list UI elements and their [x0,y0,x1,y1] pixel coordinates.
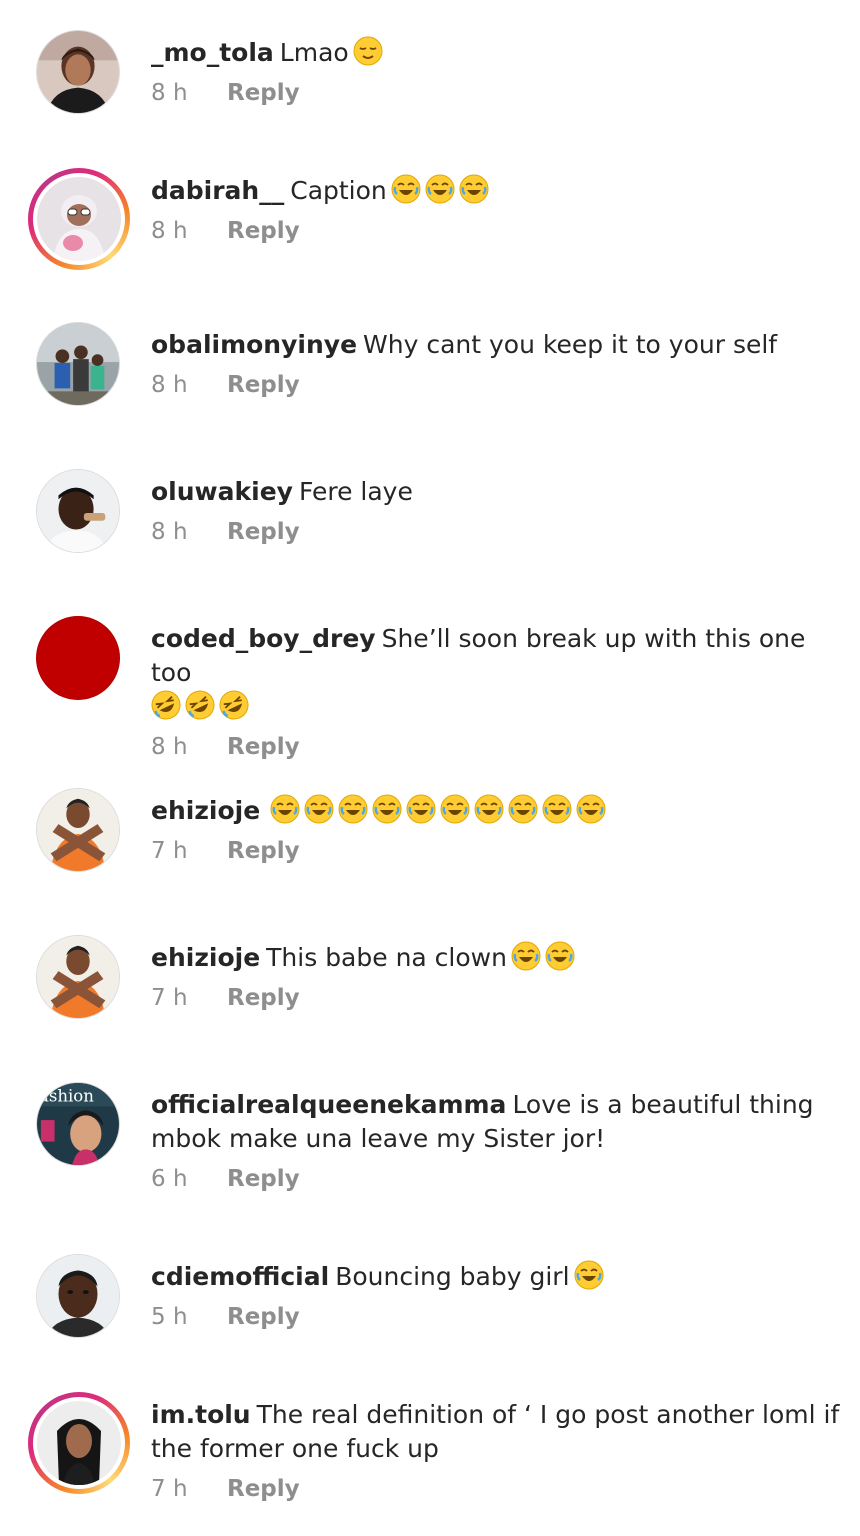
comment-text: Lmao [279,38,349,67]
comment-username[interactable]: oluwakiey [151,477,293,506]
joy-emoji-icon [338,794,368,824]
reply-button[interactable]: Reply [227,372,300,398]
comment-username[interactable]: ehizioje [151,796,260,825]
joy-emoji-icon [511,941,541,971]
avatar[interactable] [36,30,120,114]
joy-emoji-icon [576,794,606,824]
comment-username[interactable]: dabirah__ [151,176,284,205]
joy-emoji-icon [425,174,455,204]
comment-text: The real definition of ‘ I go post anoth… [151,1400,840,1463]
reply-button[interactable]: Reply [227,1476,300,1502]
comment-username[interactable]: im.tolu [151,1400,251,1429]
reply-button[interactable]: Reply [227,519,300,545]
man-portrait-icon [37,1255,119,1337]
comment-text: Caption [290,176,387,205]
baby-photo-icon [37,177,121,261]
joy-emoji-icon [372,794,402,824]
reply-button[interactable]: Reply [227,80,300,106]
rofl-emoji-icon [151,690,181,720]
comment-text: Why cant you keep it to your self [363,330,778,359]
joy-emoji-icon [508,794,538,824]
comment-timestamp: 7 h [151,985,188,1011]
joy-emoji-icon [474,794,504,824]
avatar[interactable] [36,935,120,1019]
comment-username[interactable]: officialrealqueenekamma [151,1090,506,1119]
comment-username[interactable]: ehizioje [151,943,260,972]
woman-portrait-icon [37,31,119,113]
comment-text: This babe na clown [266,943,507,972]
reply-button[interactable]: Reply [227,218,300,244]
comment-timestamp: 7 h [151,1476,188,1502]
comment-timestamp: 8 h [151,519,188,545]
red-circle-icon [36,616,120,700]
avatar[interactable]: ashion [36,1082,120,1166]
comment-timestamp: 5 h [151,1304,188,1330]
comment-username[interactable]: obalimonyinye [151,330,357,359]
crossed-arms-icon [37,789,119,871]
rofl-emoji-icon [219,690,249,720]
joy-emoji-icon [270,794,300,824]
joy-emoji-icon [304,794,334,824]
comment-username[interactable]: coded_boy_drey [151,624,376,653]
avatar[interactable] [28,168,130,270]
avatar[interactable] [36,616,120,700]
avatar[interactable] [36,469,120,553]
comment-text: Fere laye [298,477,413,506]
rofl-emoji-icon [185,690,215,720]
comment-timestamp: 8 h [151,218,188,244]
comment-username[interactable]: cdiemofficial [151,1262,329,1291]
joy-emoji-icon [391,174,421,204]
avatar[interactable] [36,322,120,406]
reply-button[interactable]: Reply [227,985,300,1011]
comment-timestamp: 7 h [151,838,188,864]
magazine-title: ashion [39,1087,94,1106]
comment-username[interactable]: _mo_tola [151,38,274,67]
avatar[interactable] [28,1392,130,1494]
comment-timestamp: 8 h [151,734,188,760]
joy-emoji-icon [574,1260,604,1290]
comment-text: Bouncing baby girl [335,1262,570,1291]
comment-timestamp: 8 h [151,80,188,106]
crossed-arms-icon [37,936,119,1018]
man-selfie-icon [37,470,119,552]
avatar[interactable] [36,788,120,872]
joy-emoji-icon [542,794,572,824]
reply-button[interactable]: Reply [227,734,300,760]
reply-button[interactable]: Reply [227,1166,300,1192]
comment-timestamp: 8 h [151,372,188,398]
family-photo-icon [37,323,119,405]
joy-emoji-icon [459,174,489,204]
joy-emoji-icon [545,941,575,971]
reply-button[interactable]: Reply [227,838,300,864]
magazine-cover-icon: ashion [37,1083,119,1165]
relieved-emoji-icon [353,36,383,66]
joy-emoji-icon [440,794,470,824]
avatar[interactable] [36,1254,120,1338]
joy-emoji-icon [406,794,436,824]
comment-timestamp: 6 h [151,1166,188,1192]
woman-braids-icon [37,1401,121,1485]
reply-button[interactable]: Reply [227,1304,300,1330]
